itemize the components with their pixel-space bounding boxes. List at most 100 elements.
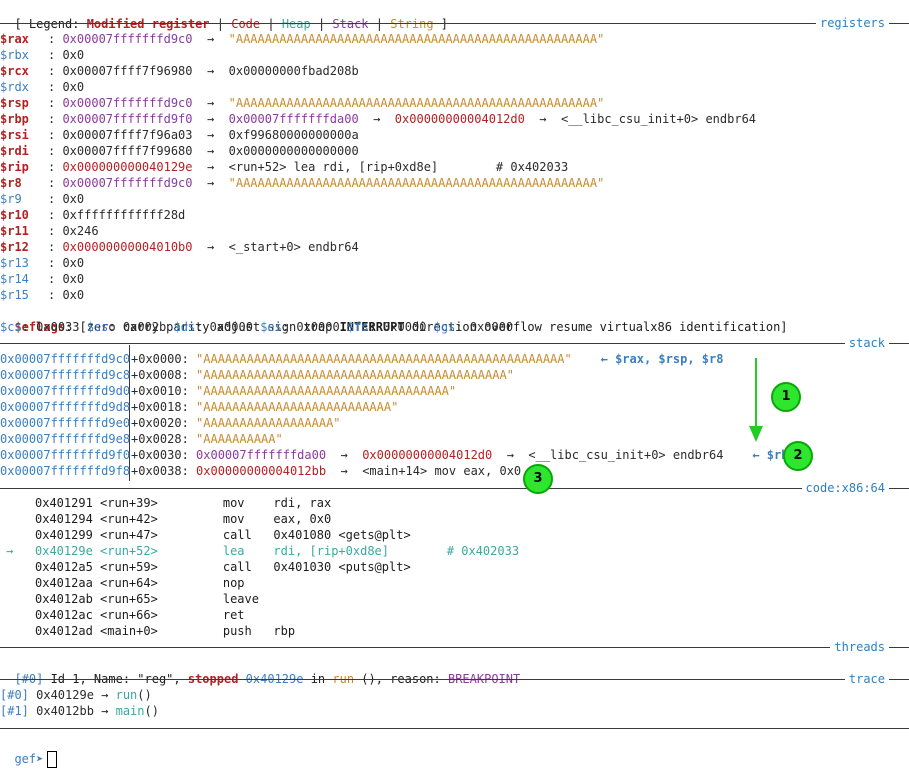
register-row: $r9: 0x0 bbox=[0, 192, 85, 206]
register-deref: 0x00007fffffffda00 bbox=[228, 112, 359, 126]
register-deref: → 0xf99680000000000a bbox=[192, 128, 359, 142]
trace-address: 0x40129e → bbox=[28, 688, 116, 702]
segment-name: $fs bbox=[346, 320, 369, 334]
register-name: $rbx bbox=[0, 48, 29, 62]
stack-entry: +0x0000: "AAAAAAAAAAAAAAAAAAAAAAAAAAAAAA… bbox=[131, 351, 723, 367]
register-name: $rax bbox=[0, 32, 29, 46]
register-row: $rip: 0x000000000040129e → <run+52> lea … bbox=[0, 160, 569, 174]
annotation-badge-3: 3 bbox=[523, 464, 553, 494]
instruction: 0x4012aa <run+64> nop bbox=[35, 576, 245, 590]
register-row: $rsp: 0x00007fffffffd9c0 → "AAAAAAAAAAAA… bbox=[0, 96, 605, 110]
register-value: 0x0 bbox=[62, 256, 85, 270]
stack-title: stack bbox=[844, 336, 889, 350]
register-row: $r10: 0xffffffffffff28d bbox=[0, 208, 186, 222]
stack-offset: +0x0018: bbox=[131, 400, 197, 414]
stack-value: "AAAAAAAAAAAAAAAAAAAAAAAAAAAAAAAAAAAAAAA… bbox=[196, 352, 572, 366]
thread-line: [#0] Id 1, Name: "reg", stopped 0x40129e… bbox=[14, 672, 521, 686]
register-value: 0xffffffffffff28d bbox=[62, 208, 186, 222]
register-name: $rsp bbox=[0, 96, 29, 110]
register-row: $rdx: 0x0 bbox=[0, 80, 85, 94]
register-value: 0x0 bbox=[62, 288, 85, 302]
legend-modified: Modified register bbox=[86, 17, 210, 31]
register-row: $r14: 0x0 bbox=[0, 272, 85, 286]
trace-frame: [#0] 0x40129e → run() bbox=[0, 687, 152, 703]
stack-entry: +0x0010: "AAAAAAAAAAAAAAAAAAAAAAAAAAAAAA… bbox=[131, 383, 456, 399]
stack-offset: +0x0030: bbox=[131, 448, 197, 462]
register-deref: → 0x0000000000000000 bbox=[192, 144, 359, 158]
register-deref: → bbox=[192, 32, 229, 46]
stack-entry: +0x0038: 0x00000000004012bb → <main+14> … bbox=[131, 463, 521, 479]
instruction: 0x401291 <run+39> mov rdi, rax bbox=[35, 496, 332, 510]
trace-function: main bbox=[115, 704, 145, 718]
register-row: $rbp: 0x00007fffffffd9f0 → 0x00007ffffff… bbox=[0, 112, 757, 126]
trace-address: 0x4012bb → bbox=[28, 704, 116, 718]
code-title: code:x86:64 bbox=[801, 481, 889, 495]
register-deref: → <_start+0> endbr64 bbox=[192, 240, 359, 254]
legend-string: String bbox=[390, 17, 434, 31]
segment-name: $ds bbox=[173, 320, 196, 334]
segment-name: $cs bbox=[0, 320, 22, 334]
register-value: 0x0 bbox=[62, 48, 85, 62]
register-name: $r15 bbox=[0, 288, 29, 302]
stack-address: 0x00007fffffffd9e0 bbox=[0, 416, 131, 430]
threads-separator bbox=[0, 647, 909, 648]
stack-address: 0x00007fffffffd9c0 bbox=[0, 352, 131, 366]
register-deref: → bbox=[192, 112, 229, 126]
register-name: $rsi bbox=[0, 128, 29, 142]
register-deref: → <__libc_csu_init+0> endbr64 bbox=[524, 112, 757, 126]
register-deref: "AAAAAAAAAAAAAAAAAAAAAAAAAAAAAAAAAAAAAAA… bbox=[228, 96, 605, 110]
trace-frame: [#1] 0x4012bb → main() bbox=[0, 703, 159, 719]
segment-registers: $cs: 0x0033 $ss: 0x002b $ds: 0x0000 $es:… bbox=[0, 320, 514, 334]
register-value: 0x00007ffff7f99680 bbox=[62, 144, 193, 158]
legend-stack: Stack bbox=[332, 17, 369, 31]
instruction: 0x401294 <run+42> mov eax, 0x0 bbox=[35, 512, 332, 526]
register-value: 0x246 bbox=[62, 224, 99, 238]
stack-entry: +0x0008: "AAAAAAAAAAAAAAAAAAAAAAAAAAAAAA… bbox=[131, 367, 514, 383]
register-value: 0x000000000040129e bbox=[62, 160, 193, 174]
segment-name: $es bbox=[260, 320, 282, 334]
segment-name: $ss bbox=[86, 320, 109, 334]
register-row: $r15: 0x0 bbox=[0, 288, 85, 302]
segment-name: $gs bbox=[433, 320, 456, 334]
stack-value: 0x00007fffffffda00 bbox=[196, 448, 327, 462]
register-row: $r11: 0x246 bbox=[0, 224, 99, 238]
instruction: 0x4012ad <main+0> push rbp bbox=[35, 624, 296, 638]
prompt-separator bbox=[0, 728, 909, 729]
instruction: 0x401299 <run+47> call 0x401080 <gets@pl… bbox=[35, 528, 411, 542]
threads-title: threads bbox=[830, 640, 889, 654]
segment-value: 0x002b bbox=[122, 320, 167, 334]
register-name: $r9 bbox=[0, 192, 22, 206]
segment-value: 0x0000 bbox=[469, 320, 514, 334]
register-name: $r11 bbox=[0, 224, 29, 238]
trace-title: trace bbox=[844, 672, 889, 686]
stack-entry: +0x0020: "AAAAAAAAAAAAAAAAAA" bbox=[131, 415, 341, 431]
registers-title: registers bbox=[815, 16, 889, 30]
stack-value: 0x00000000004012bb bbox=[196, 464, 327, 478]
stack-address: 0x00007fffffffd9d0 bbox=[0, 384, 131, 398]
instruction: 0x4012ab <run+65> leave bbox=[35, 592, 259, 606]
instruction: 0x4012ac <run+66> ret bbox=[35, 608, 245, 622]
prompt-line[interactable]: gef➤ bbox=[0, 735, 58, 768]
register-name: $r14 bbox=[0, 272, 29, 286]
register-name: $r8 bbox=[0, 176, 22, 190]
trace-function: run bbox=[115, 688, 138, 702]
stack-address: 0x00007fffffffd9f0 bbox=[0, 448, 131, 462]
register-row: $r12: 0x00000000004010b0 → <_start+0> en… bbox=[0, 240, 359, 254]
register-deref: "AAAAAAAAAAAAAAAAAAAAAAAAAAAAAAAAAAAAAAA… bbox=[228, 32, 605, 46]
terminal-cursor[interactable] bbox=[47, 751, 58, 768]
legend-code: Code bbox=[231, 17, 261, 31]
annotation-badge-2: 2 bbox=[783, 441, 813, 471]
current-instruction: 0x40129e <run+52> lea rdi, [rip+0xd8e] #… bbox=[35, 544, 520, 558]
register-name: $rdi bbox=[0, 144, 29, 158]
register-row: $rbx: 0x0 bbox=[0, 48, 85, 62]
register-row: $rcx: 0x00007ffff7f96980 → 0x00000000fba… bbox=[0, 64, 359, 78]
eflags-line: $eflags: [zero carry parity adjust sign … bbox=[14, 320, 788, 334]
stack-entry: +0x0030: 0x00007fffffffda00 → 0x00000000… bbox=[131, 447, 796, 463]
register-name: $rcx bbox=[0, 64, 29, 78]
stack-offset: +0x0000: bbox=[131, 352, 197, 366]
register-name: $r13 bbox=[0, 256, 29, 270]
stack-offset: +0x0020: bbox=[131, 416, 197, 430]
stack-value: "AAAAAAAAAAAAAAAAAA" bbox=[196, 416, 341, 430]
register-value: 0x00007fffffffd9f0 bbox=[62, 112, 193, 126]
stack-offset: +0x0028: bbox=[131, 432, 197, 446]
